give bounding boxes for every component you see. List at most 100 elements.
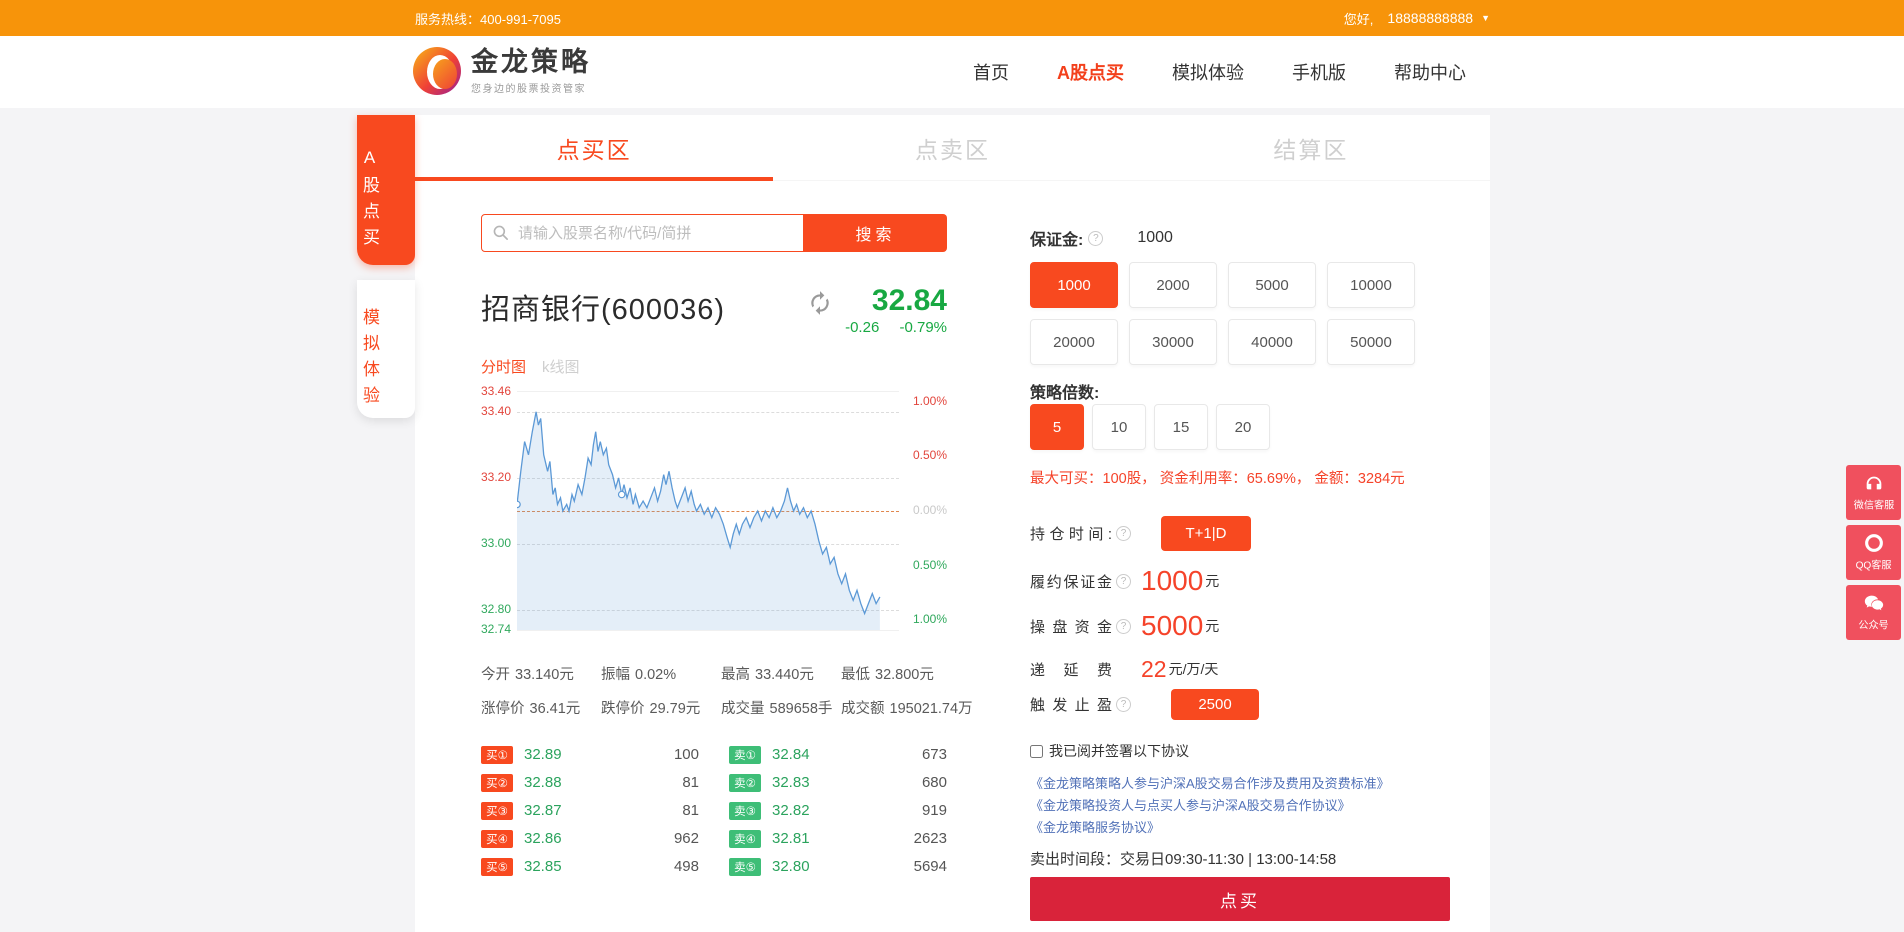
stat-open: 今开33.140元 [481, 663, 601, 684]
y-axis-tick: 33.40 [481, 404, 511, 418]
nav-a-share-buy[interactable]: A股点买 [1057, 59, 1124, 85]
defer-fee-label: 递延费 [1030, 659, 1112, 680]
order-book: 买①32.89100 买②32.8881 买③32.8781 买④32.8696… [481, 744, 947, 884]
agreement-text: 我已阅并签署以下协议 [1049, 741, 1189, 761]
tab-buy-zone[interactable]: 点买区 [415, 115, 773, 180]
deposit-option[interactable]: 1000 [1030, 262, 1118, 308]
user-phone[interactable]: 18888888888 [1387, 10, 1473, 26]
change-amount: -0.26 [845, 319, 879, 336]
ask-badge: 卖⑤ [729, 858, 761, 876]
deposit-option[interactable]: 20000 [1030, 319, 1118, 365]
deposit-option[interactable]: 30000 [1129, 319, 1217, 365]
search-icon [492, 224, 510, 242]
search-button[interactable]: 搜索 [804, 214, 947, 252]
search-box [481, 214, 804, 252]
chevron-down-icon[interactable]: ▼ [1481, 13, 1490, 23]
y-axis-tick: 33.20 [481, 470, 511, 484]
help-icon[interactable]: ? [1088, 231, 1103, 246]
deposit-option[interactable]: 40000 [1228, 319, 1316, 365]
stock-title-row: 招商银行(600036) 32.84 -0.26 -0.79% [481, 286, 947, 336]
y-axis-tick: 32.80 [481, 602, 511, 616]
brand-name: 金龙策略 [471, 47, 591, 77]
topbar: 服务热线：400-991-7095 您好, 18888888888 ▼ [0, 0, 1904, 36]
tab-minute-chart[interactable]: 分时图 [481, 356, 526, 377]
wechat-icon [1863, 592, 1885, 614]
multiplier-option[interactable]: 15 [1154, 404, 1208, 450]
tab-settle-zone[interactable]: 结算区 [1132, 115, 1490, 180]
refresh-icon[interactable] [807, 290, 833, 321]
stat-limit-down: 跌停价29.79元 [601, 697, 721, 718]
brand-logo[interactable]: 金龙策略 您身边的股票投资管家 [413, 47, 591, 95]
nav-home[interactable]: 首页 [973, 59, 1009, 85]
sell-time-value: 交易日09:30-11:30 | 13:00-14:58 [1120, 851, 1336, 868]
tab-sell-zone[interactable]: 点卖区 [773, 115, 1131, 180]
multiplier-option[interactable]: 5 [1030, 404, 1084, 450]
help-icon[interactable]: ? [1116, 697, 1131, 712]
side-tab-simulation[interactable]: 模拟体验 [357, 280, 415, 418]
multiplier-option[interactable]: 20 [1216, 404, 1270, 450]
agreement-checkbox[interactable] [1030, 745, 1043, 758]
performance-margin-unit: 元 [1205, 571, 1219, 591]
performance-margin-value: 1000 [1141, 565, 1203, 597]
ask-badge: 卖② [729, 774, 761, 792]
headset-icon [1863, 472, 1885, 494]
buy-button[interactable]: 点买 [1030, 877, 1450, 921]
price-line-chart [517, 392, 899, 630]
deposit-option[interactable]: 2000 [1129, 262, 1217, 308]
qq-icon [1863, 532, 1885, 554]
ask-row: 卖①32.84673 [729, 744, 947, 765]
agreement-link-cooperation[interactable]: 《金龙策略投资人与点买人参与沪深A股交易合作协议》 [1030, 796, 1450, 816]
stock-stats: 今开33.140元 振幅0.02% 最高33.440元 最低32.800元 涨停… [481, 663, 947, 718]
greeting-text: 您好, [1344, 9, 1374, 28]
stop-profit-button[interactable]: 2500 [1171, 689, 1259, 720]
stat-high: 最高33.440元 [721, 663, 841, 684]
nav-help-center[interactable]: 帮助中心 [1394, 59, 1466, 85]
search-input[interactable] [518, 225, 803, 242]
multiplier-option[interactable]: 10 [1092, 404, 1146, 450]
nav-mobile[interactable]: 手机版 [1292, 59, 1346, 85]
qq-service-widget[interactable]: QQ客服 [1846, 525, 1901, 580]
bid-row: 买①32.89100 [481, 744, 699, 765]
bid-badge: 买③ [481, 802, 513, 820]
bid-row: 买③32.8781 [481, 800, 699, 821]
dragon-logo-icon [413, 47, 461, 95]
bid-column: 买①32.89100 买②32.8881 买③32.8781 买④32.8696… [481, 744, 699, 884]
holding-time-label: 持仓时间: [1030, 523, 1112, 544]
holding-time-button[interactable]: T+1|D [1161, 516, 1251, 551]
stat-volume: 成交量589658手 [721, 697, 841, 718]
tab-kline-chart[interactable]: k线图 [542, 356, 580, 377]
bid-row: 买④32.86962 [481, 828, 699, 849]
main-nav: 首页 A股点买 模拟体验 手机版 帮助中心 [973, 36, 1466, 108]
trading-capital-unit: 元 [1205, 616, 1219, 636]
performance-margin-label: 履约保证金 [1030, 571, 1112, 592]
chart-tabs: 分时图 k线图 [481, 356, 947, 377]
bid-badge: 买② [481, 774, 513, 792]
agreement-link-service[interactable]: 《金龙策略服务协议》 [1030, 818, 1450, 838]
nav-simulation[interactable]: 模拟体验 [1172, 59, 1244, 85]
y-axis-tick: 1.00% [913, 612, 947, 626]
chart-axis-right: 1.00%0.50%0.00%0.50%1.00% [899, 391, 947, 631]
service-hotline: 服务热线：400-991-7095 [415, 9, 561, 28]
deposit-option[interactable]: 10000 [1327, 262, 1415, 308]
sell-time-label: 卖出时间段： [1030, 851, 1120, 868]
deposit-option[interactable]: 5000 [1228, 262, 1316, 308]
defer-fee-value: 22 [1141, 656, 1167, 683]
y-axis-tick: 0.50% [913, 558, 947, 572]
agreement-links: 《金龙策略策略人参与沪深A股交易合作涉及费用及资费标准》 《金龙策略投资人与点买… [1030, 774, 1450, 838]
help-icon[interactable]: ? [1116, 574, 1131, 589]
ask-row: 卖③32.82919 [729, 800, 947, 821]
trade-panel: 保证金: ? 1000 1000 2000 5000 10000 20000 3… [1030, 220, 1450, 921]
stat-turnover: 成交额195021.74万 [841, 697, 973, 718]
side-tab-a-share-buy[interactable]: A股点买 [357, 115, 415, 265]
wechat-service-widget[interactable]: 微信客服 [1846, 465, 1901, 520]
y-axis-tick: 33.46 [481, 384, 511, 398]
official-account-widget[interactable]: 公众号 [1846, 585, 1901, 640]
minute-chart-plot [517, 391, 899, 631]
y-axis-tick: 0.00% [913, 503, 947, 517]
help-icon[interactable]: ? [1116, 619, 1131, 634]
ask-badge: 卖④ [729, 830, 761, 848]
help-icon[interactable]: ? [1116, 526, 1131, 541]
agreement-link-fees[interactable]: 《金龙策略策略人参与沪深A股交易合作涉及费用及资费标准》 [1030, 774, 1450, 794]
deposit-option[interactable]: 50000 [1327, 319, 1415, 365]
stock-name: 招商银行(600036) [481, 286, 725, 328]
